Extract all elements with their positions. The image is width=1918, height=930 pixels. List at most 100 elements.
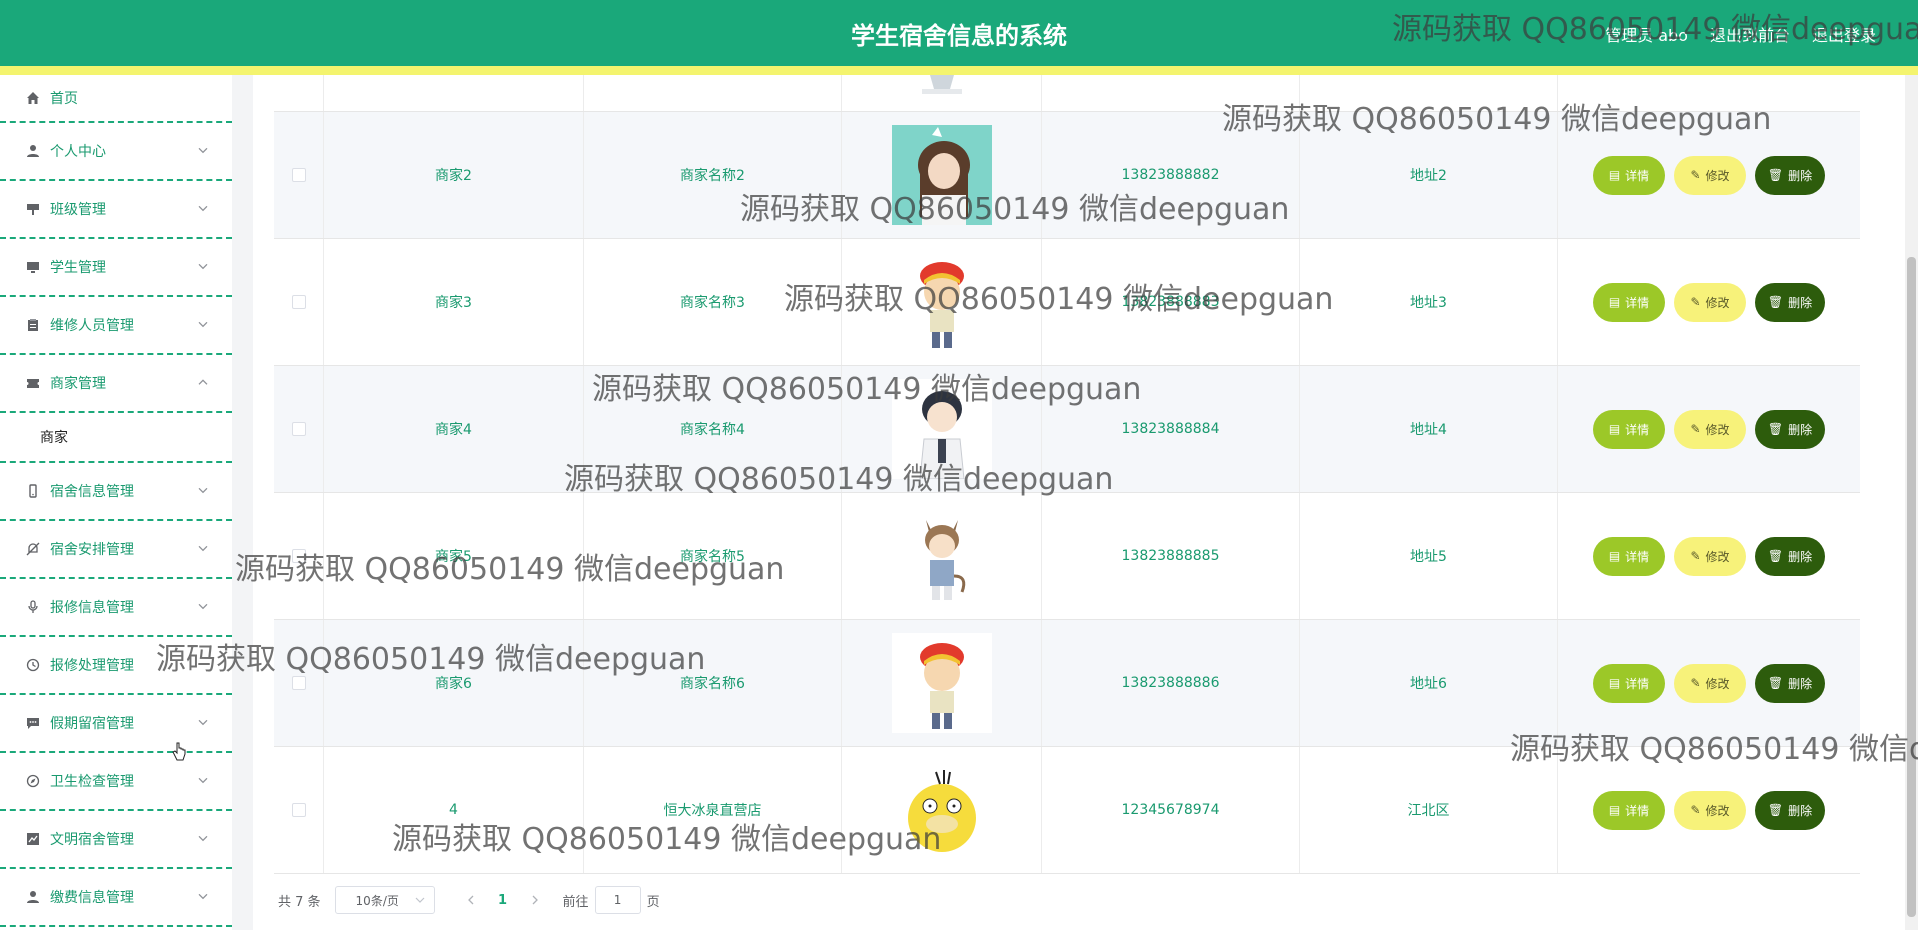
prev-page-button[interactable] <box>459 886 483 914</box>
avatar-image[interactable] <box>891 506 992 606</box>
sidebar-item-repair-handling-management[interactable]: 报修处理管理 <box>0 637 232 695</box>
microphone-icon <box>26 600 40 614</box>
next-page-button[interactable] <box>523 886 547 914</box>
sidebar-item-label: 商家管理 <box>50 376 106 392</box>
sidebar-item-personal-center[interactable]: 个人中心 <box>0 123 232 181</box>
row-checkbox[interactable] <box>291 803 306 817</box>
pagination: 共 7 条 10条/页 1 前往 1 页 <box>278 886 660 914</box>
exit-to-frontend-link[interactable]: 退出到前台 <box>1710 22 1790 46</box>
sidebar-item-label: 缴费信息管理 <box>50 890 134 906</box>
chevron-down-icon <box>196 541 210 555</box>
header-actions: 管理员 abo 退出到前台 退出登录 <box>1605 22 1876 46</box>
sidebar-item-maintenance-staff-management[interactable]: 维修人员管理 <box>0 297 232 355</box>
sidebar-item-label: 报修处理管理 <box>50 658 134 674</box>
trash-icon: 🗑 <box>1767 676 1784 690</box>
chevron-down-icon <box>414 894 426 906</box>
table-row: 商家2 商家名称2 13823888882 地址2 ▤ 详情 ✎ 修改 🗑 删除 <box>274 112 1860 239</box>
sidebar-subitem-label: 商家 <box>40 430 68 446</box>
detail-button[interactable]: ▤ 详情 <box>1593 155 1665 195</box>
row-checkbox[interactable] <box>291 168 306 182</box>
table-row: 4 恒大冰泉直营店 12345678974 江北区 ▤ 详情 ✎ 修改 🗑 删除 <box>274 747 1860 874</box>
current-user-label: 管理员 abo <box>1605 26 1688 45</box>
merchant-name-cell: 商家名称4 <box>584 366 842 492</box>
chevron-down-icon <box>196 201 210 215</box>
avatar-image[interactable] <box>891 379 992 480</box>
sidebar-item-label: 宿舍安排管理 <box>50 542 134 558</box>
home-icon <box>26 91 40 105</box>
chevron-down-icon <box>196 889 210 903</box>
clock-icon <box>26 658 40 672</box>
merchant-account-cell: 商家4 <box>324 366 584 492</box>
merchant-address-cell: 江北区 <box>1300 747 1558 873</box>
sidebar-item-payment-info-management[interactable]: 缴费信息管理 <box>0 869 232 927</box>
edit-button[interactable]: ✎ 修改 <box>1674 663 1746 703</box>
avatar-image[interactable] <box>891 125 992 225</box>
page-size-select[interactable]: 10条/页 <box>334 886 435 914</box>
edit-button[interactable]: ✎ 修改 <box>1674 790 1746 830</box>
avatar-image[interactable] <box>891 252 992 352</box>
detail-button[interactable]: ▤ 详情 <box>1593 409 1665 449</box>
edit-button[interactable]: ✎ 修改 <box>1674 536 1746 576</box>
pencil-icon: ✎ <box>1690 295 1701 309</box>
avatar-image[interactable] <box>891 760 992 860</box>
sidebar-item-class-management[interactable]: 班级管理 <box>0 181 232 239</box>
sidebar-item-label: 个人中心 <box>50 144 106 160</box>
chevron-down-icon <box>196 143 210 157</box>
table-row: 商家4 商家名称4 13823888884 地址4 ▤ 详情 ✎ 修改 🗑 删除 <box>274 366 1860 493</box>
total-count: 共 7 条 <box>278 894 321 910</box>
edit-button[interactable]: ✎ 修改 <box>1674 155 1746 195</box>
compass-icon <box>26 774 40 788</box>
delete-button[interactable]: 🗑 删除 <box>1755 790 1825 830</box>
page-number-1[interactable]: 1 <box>483 893 523 908</box>
row-checkbox[interactable] <box>291 676 306 690</box>
trash-icon: 🗑 <box>1767 168 1784 182</box>
merchant-phone-cell: 13823888886 <box>1042 620 1300 746</box>
avatar-image <box>891 75 992 95</box>
row-checkbox[interactable] <box>291 295 306 309</box>
avatar-image[interactable] <box>891 633 992 733</box>
detail-button[interactable]: ▤ 详情 <box>1593 790 1665 830</box>
scrollbar-thumb[interactable] <box>1907 257 1916 917</box>
merchant-phone-cell: 12345678974 <box>1042 747 1300 873</box>
clipboard-icon <box>26 318 40 332</box>
sidebar-item-merchant-management[interactable]: 商家管理 <box>0 355 232 413</box>
goto-page-input[interactable]: 1 <box>594 886 641 914</box>
delete-button[interactable]: 🗑 删除 <box>1755 155 1825 195</box>
table-row: 商家6 商家名称6 13823888886 地址6 ▤ 详情 ✎ 修改 🗑 删除 <box>274 620 1860 747</box>
flag-icon <box>26 202 40 216</box>
sidebar-item-holiday-stay-management[interactable]: 假期留宿管理 <box>0 695 232 753</box>
sidebar-item-student-management[interactable]: 学生管理 <box>0 239 232 297</box>
merchant-address-cell: 地址2 <box>1300 112 1558 238</box>
sidebar-item-label: 维修人员管理 <box>50 318 134 334</box>
sidebar-item-hygiene-inspection-management[interactable]: 卫生检查管理 <box>0 753 232 811</box>
sidebar-item-repair-info-management[interactable]: 报修信息管理 <box>0 579 232 637</box>
detail-button[interactable]: ▤ 详情 <box>1593 536 1665 576</box>
delete-button[interactable]: 🗑 删除 <box>1755 536 1825 576</box>
sidebar-item-home[interactable]: 首页 <box>0 75 232 123</box>
sidebar-item-dorm-arrangement-management[interactable]: 宿舍安排管理 <box>0 521 232 579</box>
detail-button[interactable]: ▤ 详情 <box>1593 282 1665 322</box>
sidebar: 首页 个人中心 班级管理 学生管理 维修人员管理 商家管理 商家 宿舍信息管理 … <box>0 75 232 930</box>
merchant-phone-cell: 13823888884 <box>1042 366 1300 492</box>
sidebar-item-label: 文明宿舍管理 <box>50 832 134 848</box>
sidebar-item-dorm-info-management[interactable]: 宿舍信息管理 <box>0 463 232 521</box>
detail-button[interactable]: ▤ 详情 <box>1593 663 1665 703</box>
sidebar-subitem-merchant[interactable]: 商家 <box>0 413 232 463</box>
merchant-account-cell: 商家6 <box>324 620 584 746</box>
sidebar-item-label: 报修信息管理 <box>50 600 134 616</box>
chevron-up-icon <box>196 375 210 389</box>
merchant-account-cell: 商家5 <box>324 493 584 619</box>
delete-button[interactable]: 🗑 删除 <box>1755 663 1825 703</box>
logout-link[interactable]: 退出登录 <box>1812 22 1876 46</box>
ticket-icon <box>26 376 40 390</box>
row-checkbox[interactable] <box>291 422 306 436</box>
delete-button[interactable]: 🗑 删除 <box>1755 282 1825 322</box>
vertical-scrollbar[interactable] <box>1905 75 1918 930</box>
edit-button[interactable]: ✎ 修改 <box>1674 409 1746 449</box>
delete-button[interactable]: 🗑 删除 <box>1755 409 1825 449</box>
edit-button[interactable]: ✎ 修改 <box>1674 282 1746 322</box>
chevron-down-icon <box>196 483 210 497</box>
sidebar-item-civilized-dorm-management[interactable]: 文明宿舍管理 <box>0 811 232 869</box>
row-checkbox[interactable] <box>291 549 306 563</box>
chevron-down-icon <box>196 773 210 787</box>
